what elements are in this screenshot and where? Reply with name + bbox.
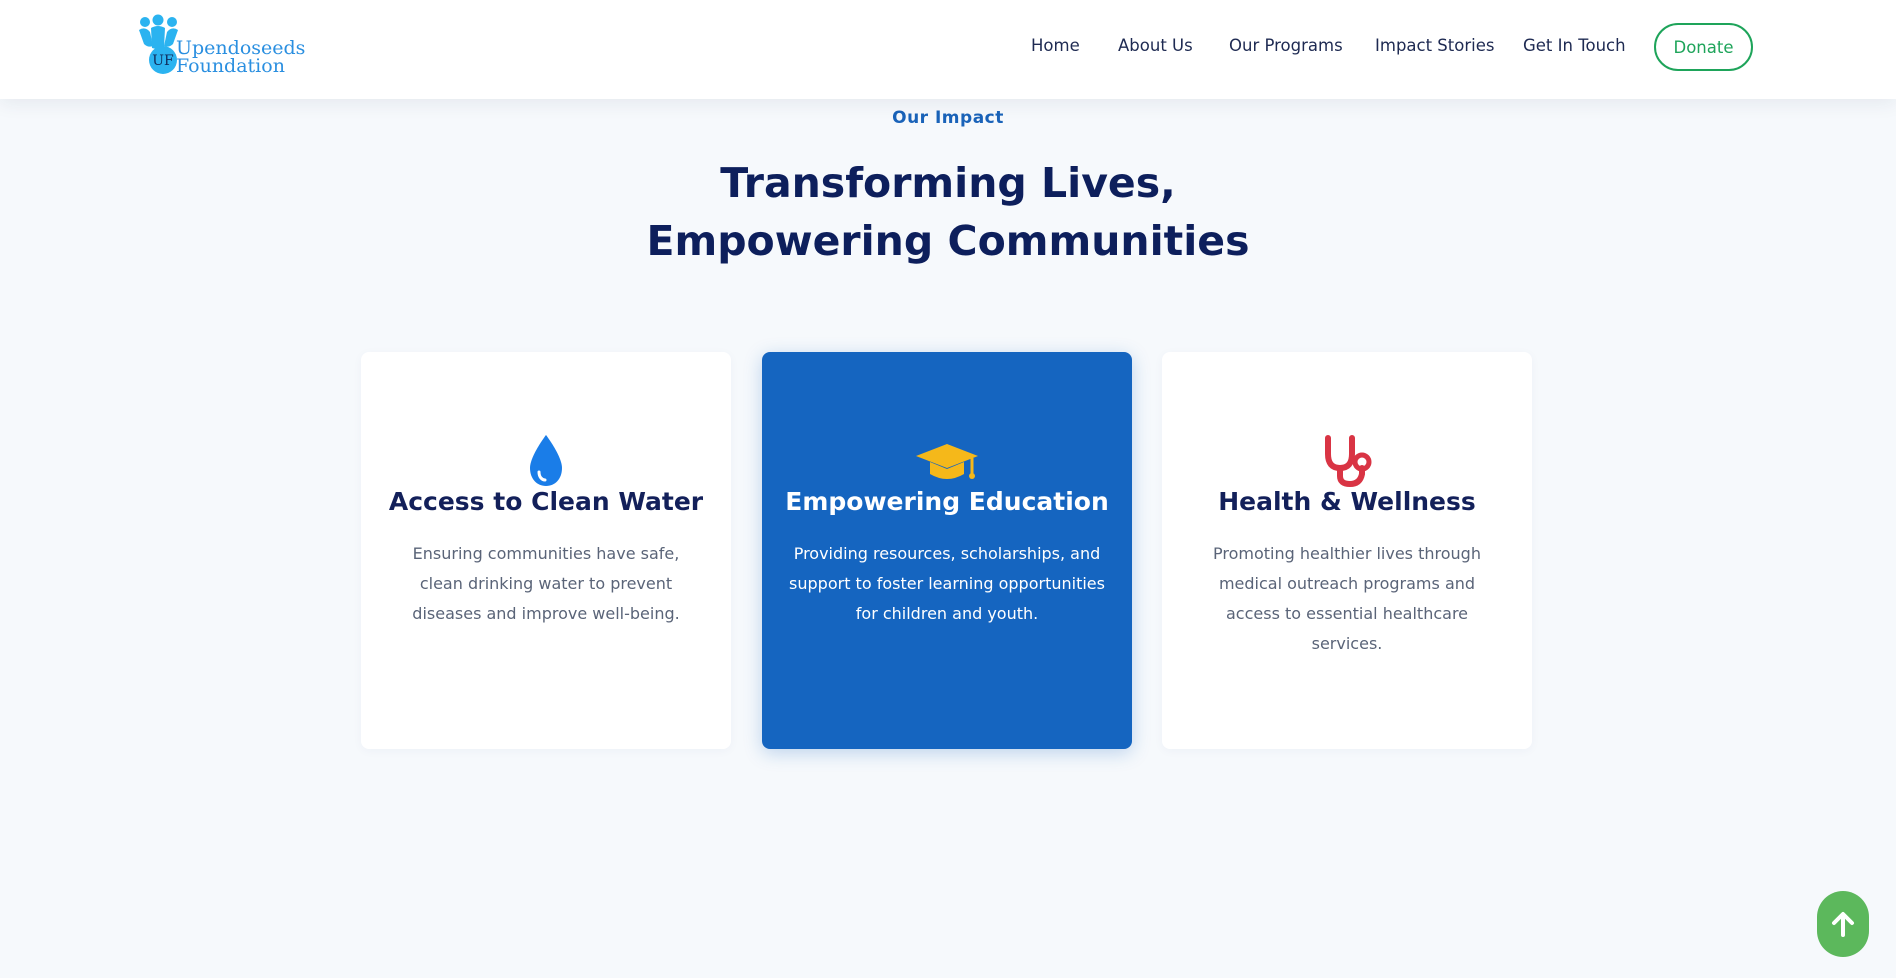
card-title: Health & Wellness — [1218, 487, 1476, 516]
section-eyebrow: Our Impact — [892, 108, 1004, 128]
scroll-to-top-button[interactable] — [1817, 891, 1869, 957]
nav-get-in-touch[interactable]: Get In Touch — [1523, 36, 1626, 55]
card-description: Promoting healthier lives through medica… — [1213, 544, 1481, 653]
card-description: Ensuring communities have safe, clean dr… — [412, 544, 680, 623]
stethoscope-icon — [1325, 435, 1372, 488]
nav-about-us[interactable]: About Us — [1118, 36, 1193, 55]
section-title-line2: Empowering Communities — [646, 217, 1250, 265]
impact-card-education: Empowering Education Providing resources… — [762, 352, 1132, 749]
impact-card-health: Health & Wellness Promoting healthier li… — [1162, 352, 1532, 749]
water-drop-icon — [530, 435, 562, 486]
section-title-line1: Transforming Lives, — [720, 159, 1176, 207]
nav-impact-stories[interactable]: Impact Stories — [1375, 36, 1494, 55]
arrow-up-icon — [1832, 912, 1854, 937]
logo-name-line2: Foundation — [176, 55, 285, 77]
graduation-cap-icon — [916, 444, 978, 479]
card-title: Access to Clean Water — [388, 487, 704, 516]
donate-button[interactable]: Donate — [1654, 23, 1753, 71]
nav-home[interactable]: Home — [1031, 36, 1080, 55]
impact-card-clean-water: Access to Clean Water Ensuring communiti… — [361, 352, 731, 749]
logo-monogram: UF — [152, 53, 174, 69]
card-title: Empowering Education — [785, 487, 1109, 516]
card-description: Providing resources, scholarships, and s… — [789, 544, 1105, 623]
nav-our-programs[interactable]: Our Programs — [1229, 36, 1343, 55]
site-header: UF Upendoseeds Foundation Home About Us … — [0, 0, 1896, 99]
